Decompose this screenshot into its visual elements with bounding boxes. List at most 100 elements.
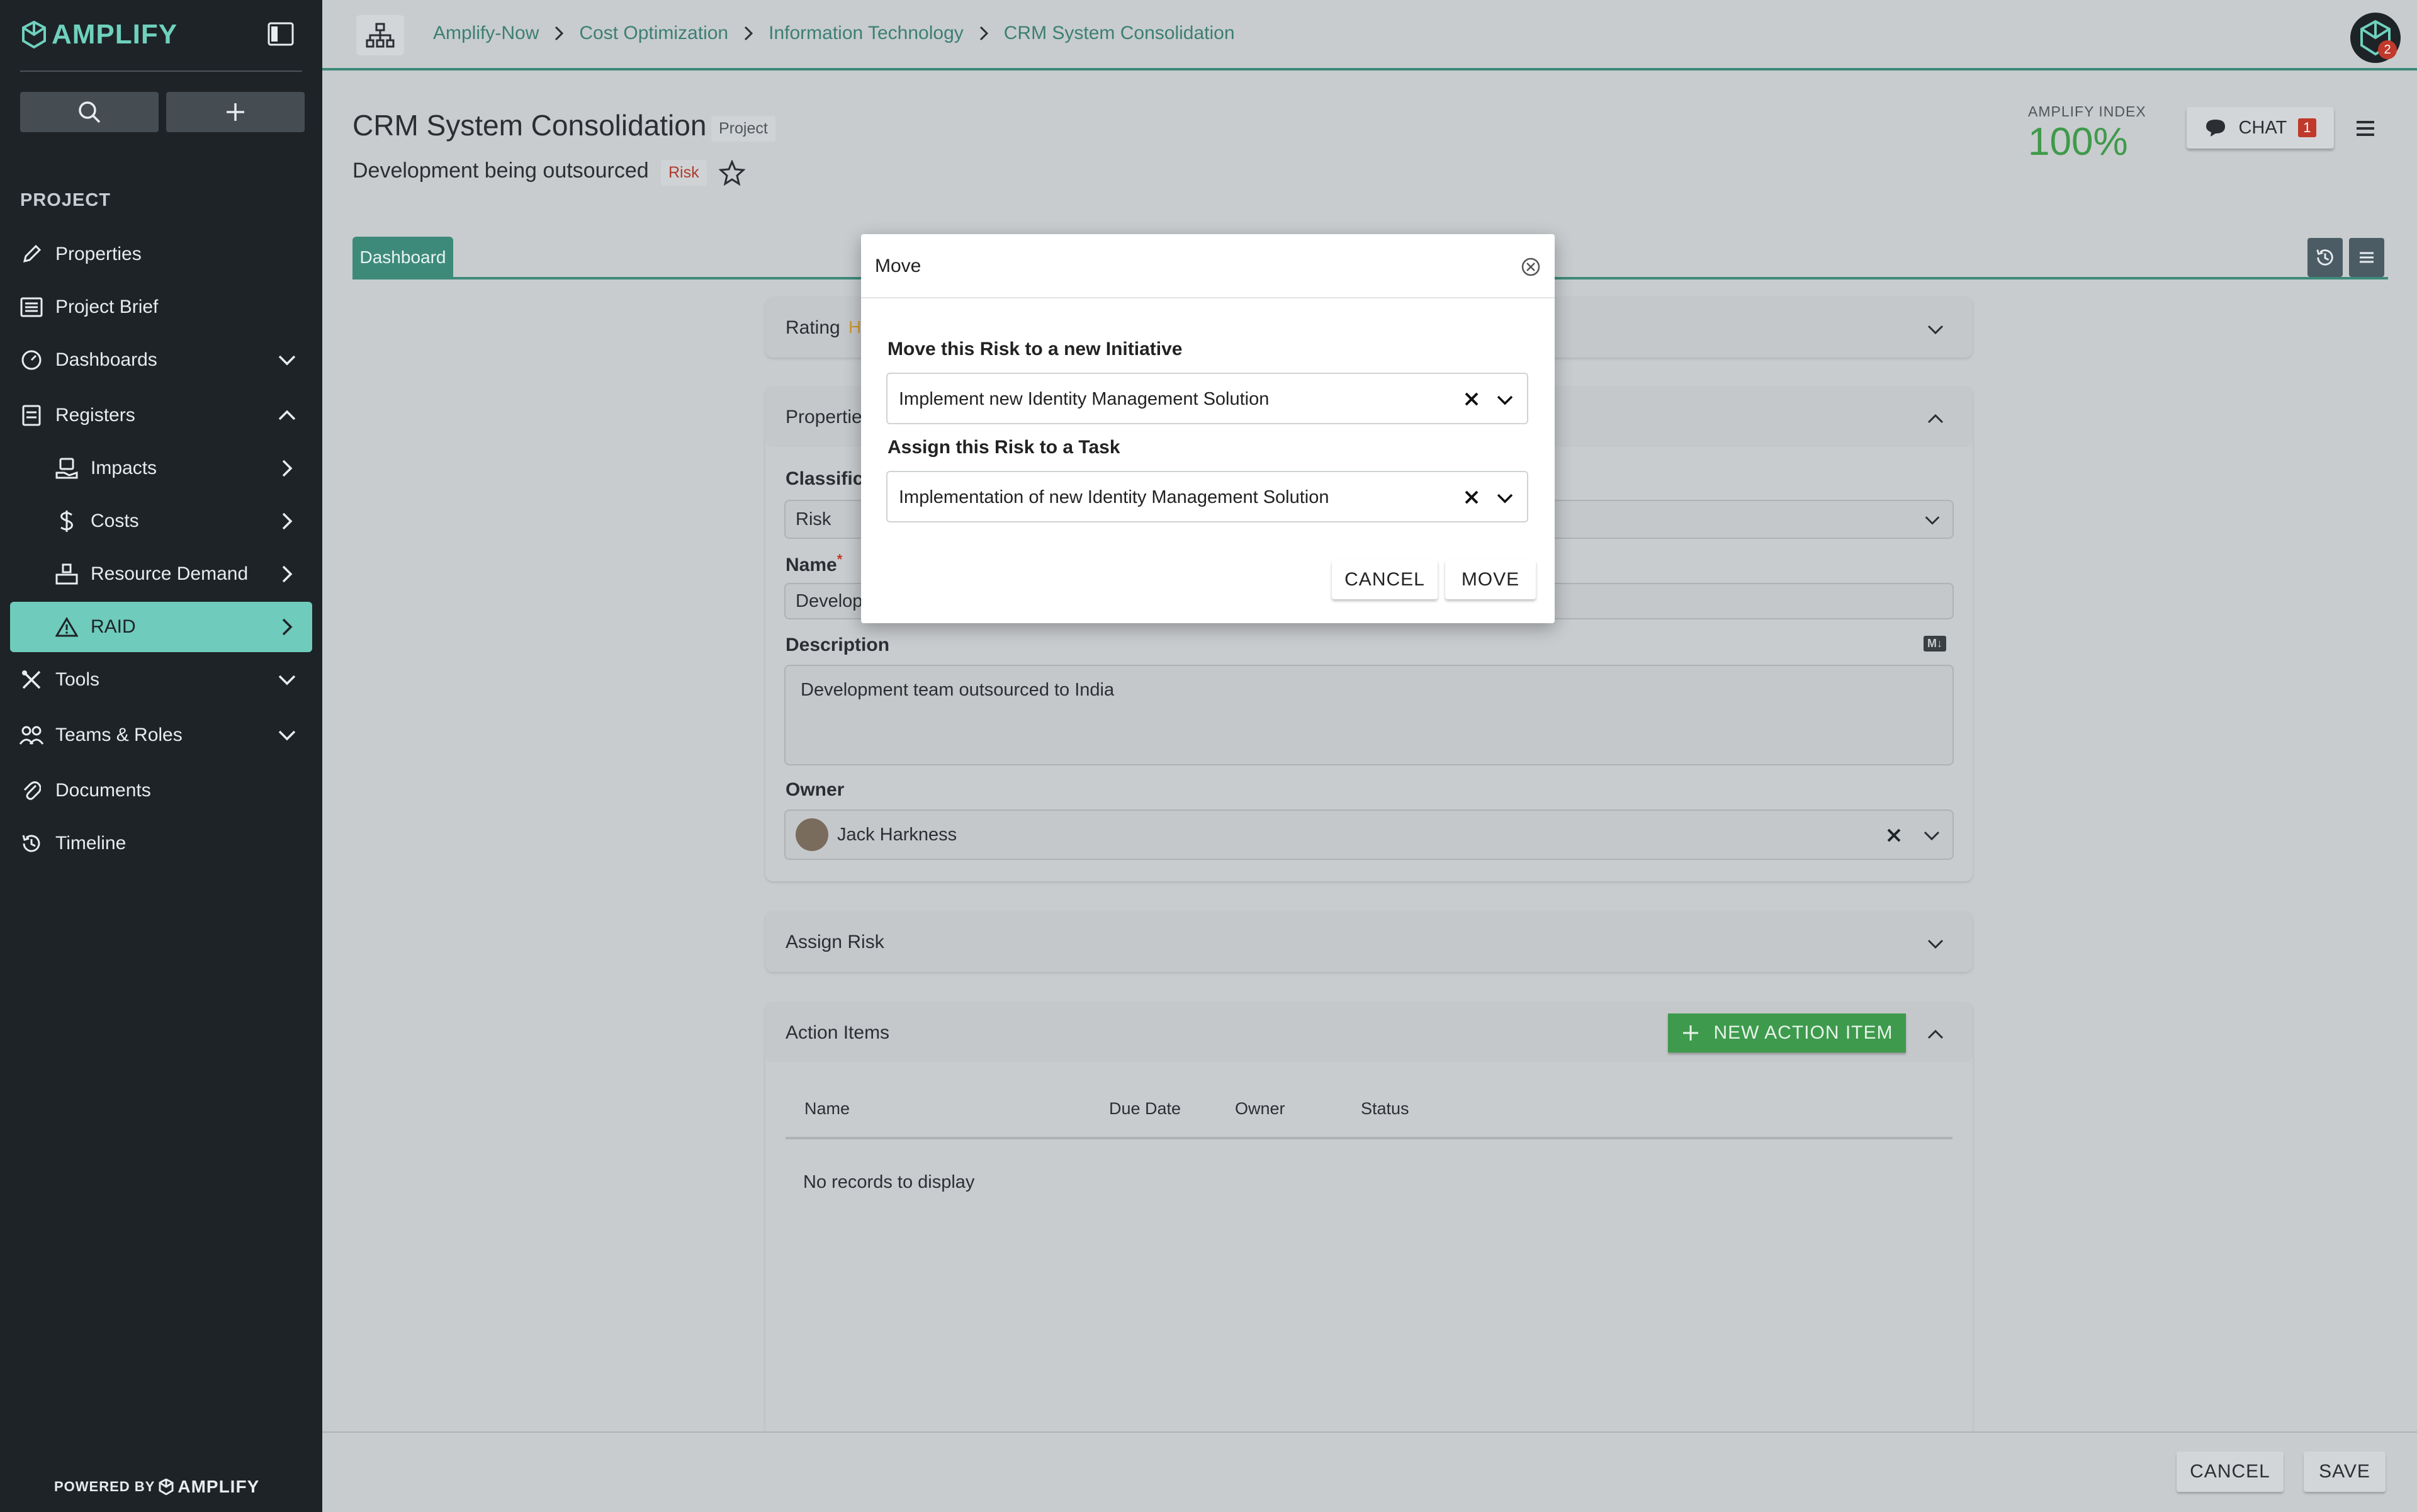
- initiative-select[interactable]: Implement new Identity Management Soluti…: [886, 373, 1528, 424]
- chevron-down-icon[interactable]: [1925, 933, 1946, 954]
- amplify-logo[interactable]: AMPLIFY: [21, 19, 177, 50]
- dialog-move-button[interactable]: MOVE: [1445, 560, 1536, 599]
- star-icon[interactable]: [719, 160, 745, 186]
- clear-icon[interactable]: [1883, 825, 1905, 846]
- plus-icon: [1682, 1025, 1698, 1041]
- hierarchy-button[interactable]: [356, 15, 404, 55]
- chevron-right-icon: [745, 26, 753, 41]
- search-button[interactable]: [20, 92, 159, 132]
- sidebar-item-dashboards[interactable]: Dashboards: [10, 335, 312, 385]
- column-header-owner[interactable]: Owner: [1235, 1099, 1285, 1119]
- list-view-button[interactable]: [2349, 238, 2384, 277]
- chevron-down-icon[interactable]: [1925, 319, 1946, 340]
- register-icon: [22, 405, 41, 426]
- history-button[interactable]: [2307, 238, 2343, 277]
- task-value: Implementation of new Identity Managemen…: [899, 487, 1329, 507]
- sidebar-item-project-brief[interactable]: Project Brief: [10, 282, 312, 332]
- pencil-icon: [23, 244, 42, 263]
- page-title: CRM System Consolidation: [352, 109, 707, 142]
- dialog-cancel-button[interactable]: CANCEL: [1332, 560, 1438, 599]
- sidebar-item-timeline[interactable]: Timeline: [10, 818, 312, 869]
- sidebar-item-properties[interactable]: Properties: [10, 229, 312, 279]
- markdown-icon[interactable]: M↓: [1924, 636, 1946, 652]
- breadcrumb-item[interactable]: Cost Optimization: [579, 23, 728, 44]
- column-header-status[interactable]: Status: [1361, 1099, 1409, 1119]
- chat-count-badge: 1: [2298, 118, 2316, 137]
- chevron-up-icon[interactable]: [1925, 408, 1946, 429]
- chat-button[interactable]: CHAT 1: [2187, 107, 2334, 149]
- chevron-right-icon: [979, 26, 988, 41]
- column-header-due-date[interactable]: Due Date: [1109, 1099, 1181, 1119]
- chevron-down-icon[interactable]: [1494, 487, 1516, 509]
- breadcrumb-item[interactable]: CRM System Consolidation: [1004, 23, 1235, 44]
- add-button[interactable]: [166, 92, 305, 132]
- rating-badge: H: [848, 317, 862, 337]
- warning-icon: [55, 617, 78, 637]
- breadcrumb-item[interactable]: Amplify-Now: [433, 23, 539, 44]
- app-name: AMPLIFY: [52, 19, 178, 50]
- tab-dashboard[interactable]: Dashboard: [352, 237, 453, 278]
- hand-icon: [55, 458, 78, 479]
- description-value: Development team outsourced to India: [801, 680, 1115, 700]
- chevron-down-icon[interactable]: [1494, 389, 1516, 410]
- owner-value: Jack Harkness: [837, 824, 957, 845]
- plus-icon: [227, 103, 244, 121]
- new-action-item-button[interactable]: NEW ACTION ITEM: [1668, 1013, 1906, 1052]
- chevron-right-icon[interactable]: [274, 509, 300, 534]
- initiative-value: Implement new Identity Management Soluti…: [899, 389, 1270, 409]
- chevron-down-icon[interactable]: [274, 723, 300, 748]
- sidebar-item-label: Dashboards: [55, 349, 157, 370]
- sidebar-item-tools[interactable]: Tools: [10, 655, 312, 705]
- sidebar-item-costs[interactable]: Costs: [10, 496, 312, 546]
- chat-bubble-icon: [2206, 120, 2226, 137]
- owner-select[interactable]: Jack Harkness: [784, 810, 1954, 860]
- assign-risk-card-header[interactable]: Assign Risk: [765, 911, 1973, 972]
- cube-logo-icon: [22, 21, 46, 48]
- chat-label: CHAT: [2238, 117, 2287, 138]
- move-dialog: Move Move this Risk to a new Initiative …: [861, 234, 1555, 623]
- amplify-index-value: 100%: [2028, 120, 2128, 164]
- footer-cancel-button[interactable]: CANCEL: [2177, 1452, 2284, 1492]
- breadcrumb-item[interactable]: Information Technology: [769, 23, 964, 44]
- sidebar-item-label: Resource Demand: [91, 563, 249, 584]
- card-title: Properties: [786, 407, 872, 427]
- sidebar-item-registers[interactable]: Registers: [10, 390, 312, 441]
- sidebar-item-raid[interactable]: RAID: [10, 602, 312, 652]
- clear-icon[interactable]: [1460, 486, 1483, 509]
- sidebar-item-label: Tools: [55, 669, 100, 690]
- footer-save-button[interactable]: SAVE: [2304, 1452, 2386, 1492]
- history-icon: [2316, 249, 2333, 266]
- notification-badge[interactable]: 2: [2378, 40, 2397, 59]
- sidebar-item-label: Costs: [91, 511, 139, 531]
- chevron-right-icon[interactable]: [274, 561, 300, 587]
- sidebar-item-documents[interactable]: Documents: [10, 765, 312, 816]
- hamburger-menu-icon[interactable]: [2352, 115, 2379, 142]
- chevron-down-icon[interactable]: [274, 347, 300, 373]
- close-icon[interactable]: [1519, 256, 1542, 278]
- column-header-name[interactable]: Name: [804, 1099, 850, 1119]
- assign-risk-card: Assign Risk: [765, 911, 1973, 972]
- task-select[interactable]: Implementation of new Identity Managemen…: [886, 471, 1528, 522]
- paperclip-icon: [23, 781, 41, 800]
- amplify-index-label: AMPLIFY INDEX: [2028, 103, 2146, 120]
- chevron-up-icon[interactable]: [1925, 1024, 1946, 1045]
- sidebar-item-label: Timeline: [55, 833, 127, 854]
- description-textarea[interactable]: Development team outsourced to India: [784, 665, 1954, 765]
- footer-bar: [322, 1431, 2417, 1512]
- sidebar-item-impacts[interactable]: Impacts: [10, 443, 312, 494]
- chevron-down-icon[interactable]: [1921, 825, 1942, 846]
- risk-tag: Risk: [661, 160, 707, 186]
- owner-avatar: [796, 818, 828, 851]
- empty-table-message: No records to display: [803, 1172, 975, 1192]
- sidebar-item-teams-roles[interactable]: Teams & Roles: [10, 710, 312, 760]
- chevron-down-icon[interactable]: [1922, 510, 1942, 530]
- classification-value: Risk: [796, 509, 831, 529]
- history-icon: [22, 835, 40, 852]
- sidebar-item-resource-demand[interactable]: Resource Demand: [10, 549, 312, 599]
- sidebar-collapse-icon[interactable]: [267, 21, 295, 47]
- chevron-down-icon[interactable]: [274, 667, 300, 692]
- chevron-right-icon[interactable]: [274, 614, 300, 640]
- chevron-up-icon[interactable]: [274, 403, 300, 428]
- chevron-right-icon[interactable]: [274, 456, 300, 481]
- clear-icon[interactable]: [1460, 388, 1483, 410]
